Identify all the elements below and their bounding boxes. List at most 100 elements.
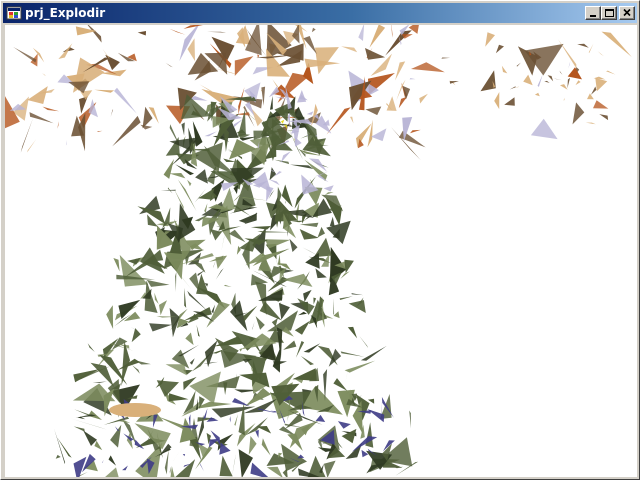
mesh-fragment — [94, 89, 115, 93]
mesh-fragment — [229, 416, 231, 423]
mesh-fragment — [165, 62, 173, 68]
mesh-fragment — [340, 351, 365, 357]
mesh-fragment — [146, 279, 170, 287]
mesh-fragment — [597, 51, 604, 57]
mesh-fragment — [333, 298, 335, 316]
mesh-fragment — [165, 364, 187, 376]
mesh-fragment — [601, 31, 632, 57]
mesh-fragment — [182, 454, 186, 457]
mesh-fragment — [160, 189, 176, 191]
mesh-fragment — [599, 114, 609, 121]
mesh-fragment — [113, 258, 120, 272]
mesh-fragment — [170, 466, 175, 477]
close-icon — [623, 8, 631, 17]
mesh-fragment — [248, 436, 257, 455]
mesh-fragment — [238, 401, 245, 436]
mesh-fragment — [567, 67, 582, 80]
mesh-fragment — [168, 393, 189, 402]
mesh-fragment — [534, 92, 540, 97]
mesh-fragment — [501, 65, 508, 74]
mesh-fragment — [295, 341, 305, 358]
window-title: prj_Explodir — [25, 6, 106, 20]
mesh-fragment — [303, 289, 312, 302]
mesh-fragment — [300, 356, 314, 366]
mesh-fragment — [326, 107, 351, 135]
mesh-fragment — [73, 426, 85, 432]
mesh-fragment — [558, 39, 577, 69]
mesh-fragment — [311, 27, 316, 33]
mesh-fragment — [298, 311, 307, 316]
mesh-fragment — [185, 332, 194, 346]
mesh-fragment — [105, 467, 119, 477]
mesh-fragment — [344, 360, 376, 373]
mesh-fragment — [449, 81, 459, 84]
mesh-fragment — [219, 455, 233, 477]
mesh-fragment — [590, 75, 595, 90]
mesh-fragment — [595, 77, 608, 92]
mesh-fragment — [398, 130, 426, 148]
mesh-fragment — [169, 173, 186, 179]
mesh-fragment — [408, 25, 419, 34]
mesh-fragment — [105, 54, 120, 71]
mesh-fragment — [175, 271, 177, 292]
close-button[interactable] — [619, 6, 635, 20]
mesh-fragment — [358, 25, 365, 41]
mesh-fragment — [385, 30, 412, 56]
mesh-fragment — [333, 311, 340, 319]
mesh-fragment — [223, 284, 232, 287]
mesh-fragment — [419, 93, 428, 104]
mesh-fragment — [149, 323, 172, 332]
mesh-fragment — [553, 78, 563, 81]
mesh-fragment — [65, 140, 67, 146]
mesh-fragment — [195, 398, 198, 411]
mesh-fragment — [42, 106, 60, 112]
mesh-fragment — [109, 403, 161, 417]
minimize-icon — [590, 15, 596, 17]
app-window: prj_Explodir — [0, 0, 640, 480]
mesh-fragment — [339, 296, 353, 300]
mesh-fragment — [87, 25, 102, 43]
mesh-fragment — [252, 171, 272, 193]
mesh-fragment — [516, 62, 521, 67]
mesh-fragment — [350, 116, 354, 124]
mesh-fragment — [189, 272, 201, 294]
mesh-fragment — [165, 137, 180, 156]
mesh-fragment — [587, 93, 594, 100]
mesh-fragment — [347, 326, 358, 339]
minimize-button[interactable] — [585, 6, 601, 20]
app-icon — [6, 5, 22, 21]
mesh-fragment — [306, 111, 314, 115]
mesh-fragment — [351, 293, 364, 296]
mesh-fragment — [410, 129, 421, 134]
mesh-fragment — [114, 87, 137, 114]
mesh-fragment — [369, 25, 386, 48]
mesh-fragment — [280, 151, 291, 163]
mesh-fragment — [315, 414, 326, 422]
mesh-fragment — [94, 440, 103, 451]
title-bar[interactable]: prj_Explodir — [3, 3, 637, 23]
mesh-fragment — [13, 47, 37, 63]
mesh-fragment — [102, 48, 110, 59]
mesh-fragment — [164, 449, 169, 475]
mesh-fragment — [171, 445, 185, 463]
mesh-fragment — [180, 275, 192, 290]
mesh-fragment — [215, 268, 224, 280]
maximize-button[interactable] — [601, 6, 617, 20]
mesh-fragment — [187, 179, 192, 187]
mesh-fragment — [236, 245, 241, 255]
mesh-fragment — [409, 78, 416, 80]
mesh-fragment — [131, 328, 141, 343]
mesh-fragment — [313, 297, 317, 305]
mesh-fragment — [593, 100, 609, 109]
exploding-mesh-scene — [5, 25, 632, 477]
mesh-fragment — [181, 122, 185, 136]
mesh-fragment — [575, 80, 581, 86]
render-viewport[interactable] — [5, 25, 637, 477]
mesh-fragment — [250, 226, 271, 230]
mesh-fragment — [317, 226, 325, 238]
mesh-fragment — [132, 365, 140, 374]
mesh-fragment — [210, 229, 222, 241]
mesh-fragment — [232, 398, 250, 407]
mesh-fragment — [365, 106, 382, 116]
mesh-fragment — [523, 74, 533, 86]
